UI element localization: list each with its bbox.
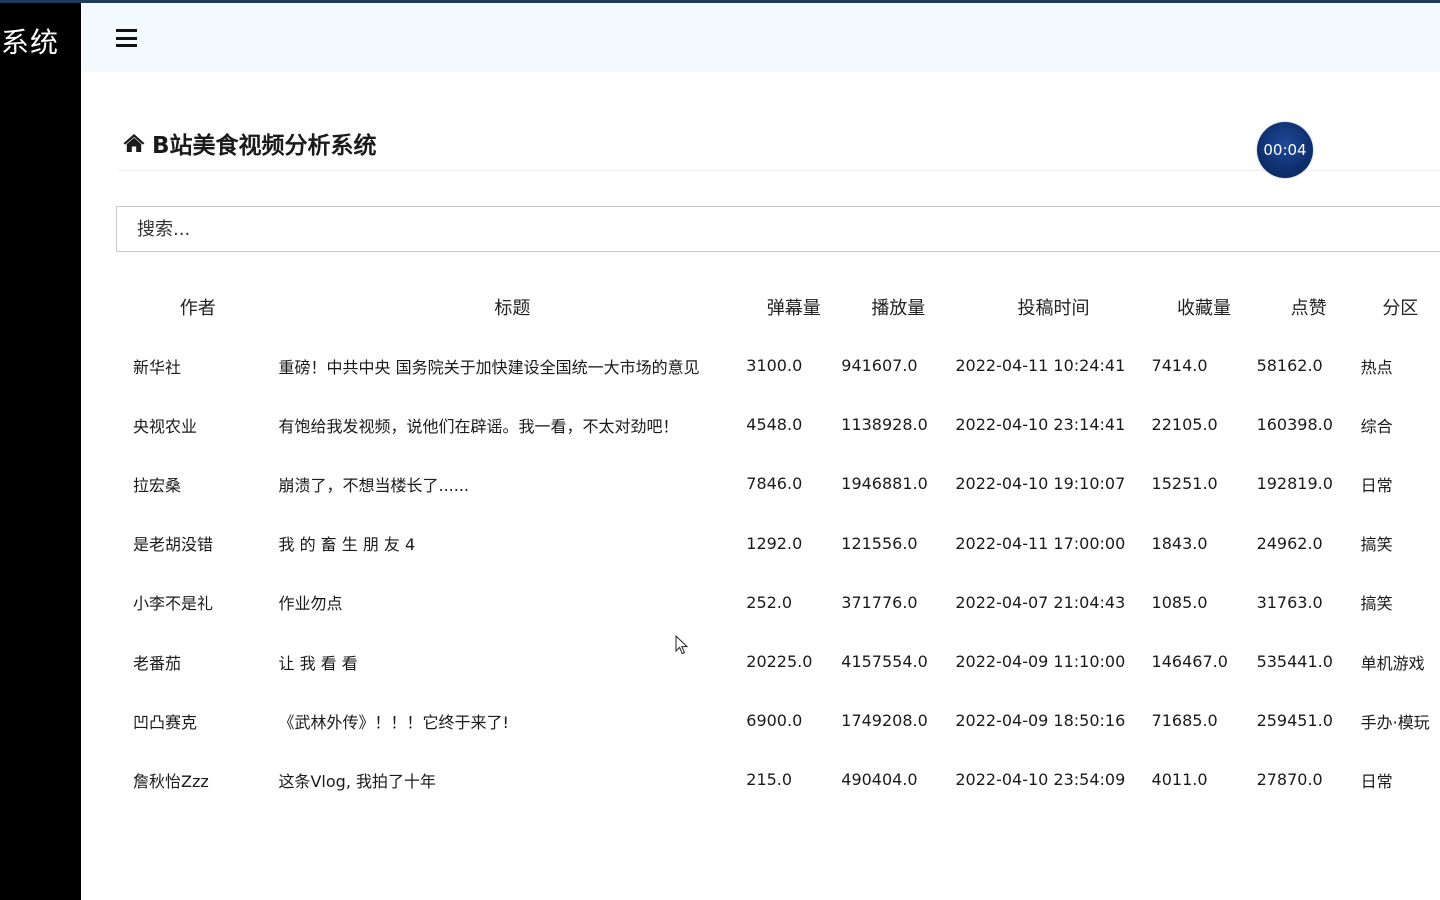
cell-author: 詹秋怡Zzz xyxy=(133,771,209,791)
cell-favorites: 71685.0 xyxy=(1151,711,1218,731)
cell-author: 凹凸赛克 xyxy=(133,712,198,732)
cell-plays: 121556.0 xyxy=(841,533,918,553)
recording-timer[interactable]: 00:04 xyxy=(1257,122,1313,178)
cell-category: 日常 xyxy=(1360,475,1393,495)
cell-likes: 27870.0 xyxy=(1256,770,1323,790)
cell-category: 手办·模玩 xyxy=(1360,712,1430,732)
cell-danmu: 215.0 xyxy=(746,770,793,790)
cell-category: 单机游戏 xyxy=(1360,653,1425,673)
sidebar: 系统 xyxy=(0,3,81,900)
cell-title: 有饱给我发视频，说他们在辟谣。我一看，不太对劲吧！ xyxy=(278,416,679,436)
cell-upload-time: 2022-04-09 11:10:00 xyxy=(955,652,1126,672)
cell-category: 日常 xyxy=(1360,771,1393,791)
cell-danmu: 252.0 xyxy=(746,592,793,612)
cell-plays: 1749208.0 xyxy=(841,711,928,731)
page-title: B站美食视频分析系统 xyxy=(152,133,377,159)
column-header-plays[interactable]: 播放量 xyxy=(841,278,955,336)
cell-upload-time: 2022-04-11 17:00:00 xyxy=(955,533,1126,553)
cell-favorites: 4011.0 xyxy=(1151,770,1208,790)
column-header-danmu[interactable]: 弹幕量 xyxy=(746,278,841,336)
cell-author: 拉宏桑 xyxy=(133,475,182,495)
cell-upload-time: 2022-04-10 23:54:09 xyxy=(955,770,1126,790)
cell-author: 是老胡没错 xyxy=(133,535,214,555)
bars-icon[interactable] xyxy=(116,29,137,47)
cell-danmu: 3100.0 xyxy=(746,356,803,376)
table-row[interactable]: 小李不是礼 作业勿点 252.0 371776.0 2022-04-07 21:… xyxy=(117,573,1440,632)
cell-title: 我 的 畜 生 朋 友 4 xyxy=(278,535,416,555)
cell-plays: 1946881.0 xyxy=(841,474,928,494)
column-header-likes[interactable]: 点赞 xyxy=(1257,278,1361,336)
cell-danmu: 7846.0 xyxy=(746,474,803,494)
cell-author: 老番茄 xyxy=(133,653,182,673)
cell-plays: 490404.0 xyxy=(841,770,918,790)
cell-category: 综合 xyxy=(1360,416,1393,436)
cell-likes: 24962.0 xyxy=(1256,533,1323,553)
cell-favorites: 15251.0 xyxy=(1151,474,1218,494)
cell-favorites: 1843.0 xyxy=(1151,533,1208,553)
mouse-cursor-icon xyxy=(675,635,689,655)
cell-upload-time: 2022-04-07 21:04:43 xyxy=(955,592,1126,612)
cell-likes: 58162.0 xyxy=(1256,356,1323,376)
table-header-row: 作者 标题 弹幕量 播放量 投稿时间 收藏量 点赞 分区 xyxy=(117,278,1440,336)
cell-plays: 941607.0 xyxy=(841,356,918,376)
cell-likes: 259451.0 xyxy=(1256,711,1333,731)
column-header-favorites[interactable]: 收藏量 xyxy=(1152,278,1257,336)
table-row[interactable]: 詹秋怡Zzz 这条Vlog, 我拍了十年 215.0 490404.0 2022… xyxy=(117,750,1440,809)
cell-danmu: 4548.0 xyxy=(746,415,803,435)
home-icon xyxy=(123,134,145,152)
cell-author: 新华社 xyxy=(133,357,182,377)
cell-title: 这条Vlog, 我拍了十年 xyxy=(278,771,436,791)
cell-title: 《武林外传》！！！它终于来了! xyxy=(278,712,509,732)
cell-favorites: 22105.0 xyxy=(1151,415,1218,435)
cell-upload-time: 2022-04-10 19:10:07 xyxy=(955,474,1126,494)
cell-author: 小李不是礼 xyxy=(133,594,214,614)
cell-category: 搞笑 xyxy=(1360,535,1393,555)
table-row[interactable]: 新华社 重磅！中共中央 国务院关于加快建设全国统一大市场的意见 3100.0 9… xyxy=(117,336,1440,395)
cell-danmu: 20225.0 xyxy=(746,652,813,672)
cell-title: 作业勿点 xyxy=(278,594,343,614)
column-header-category[interactable]: 分区 xyxy=(1361,278,1440,336)
cell-plays: 1138928.0 xyxy=(841,415,928,435)
search-input[interactable] xyxy=(116,206,1440,252)
cell-upload-time: 2022-04-11 10:24:41 xyxy=(955,356,1126,376)
cell-favorites: 146467.0 xyxy=(1151,652,1228,672)
cell-author: 央视农业 xyxy=(133,416,198,436)
cell-likes: 160398.0 xyxy=(1256,415,1333,435)
cell-category: 热点 xyxy=(1360,357,1393,377)
column-header-author[interactable]: 作者 xyxy=(117,278,278,336)
video-table: 作者 标题 弹幕量 播放量 投稿时间 收藏量 点赞 分区 新华社 重磅！中共中央… xyxy=(117,278,1440,810)
column-header-title[interactable]: 标题 xyxy=(278,278,746,336)
page-header: B站美食视频分析系统 xyxy=(122,125,377,161)
cell-danmu: 1292.0 xyxy=(746,533,803,553)
cell-likes: 535441.0 xyxy=(1256,652,1333,672)
topbar xyxy=(81,3,1440,72)
table-row[interactable]: 央视农业 有饱给我发视频，说他们在辟谣。我一看，不太对劲吧！ 4548.0 11… xyxy=(117,395,1440,454)
cell-likes: 31763.0 xyxy=(1256,592,1323,612)
cell-title: 崩溃了，不想当楼长了...... xyxy=(278,475,470,495)
cell-upload-time: 2022-04-10 23:14:41 xyxy=(955,415,1126,435)
cell-danmu: 6900.0 xyxy=(746,711,803,731)
cell-plays: 371776.0 xyxy=(841,592,918,612)
table-row[interactable]: 是老胡没错 我 的 畜 生 朋 友 4 1292.0 121556.0 2022… xyxy=(117,514,1440,573)
column-header-upload-time[interactable]: 投稿时间 xyxy=(955,278,1151,336)
cell-favorites: 7414.0 xyxy=(1151,356,1208,376)
cell-plays: 4157554.0 xyxy=(841,652,928,672)
table-row[interactable]: 老番茄 让 我 看 看 20225.0 4157554.0 2022-04-09… xyxy=(117,632,1440,691)
cell-category: 搞笑 xyxy=(1360,594,1393,614)
cell-likes: 192819.0 xyxy=(1256,474,1333,494)
cell-title: 重磅！中共中央 国务院关于加快建设全国统一大市场的意见 xyxy=(278,357,700,377)
table-row[interactable]: 拉宏桑 崩溃了，不想当楼长了...... 7846.0 1946881.0 20… xyxy=(117,454,1440,513)
header-divider xyxy=(118,170,1440,171)
cell-favorites: 1085.0 xyxy=(1151,592,1208,612)
cell-upload-time: 2022-04-09 18:50:16 xyxy=(955,711,1126,731)
table-row[interactable]: 凹凸赛克 《武林外传》！！！它终于来了! 6900.0 1749208.0 20… xyxy=(117,691,1440,750)
sidebar-title: 系统 xyxy=(1,26,60,59)
